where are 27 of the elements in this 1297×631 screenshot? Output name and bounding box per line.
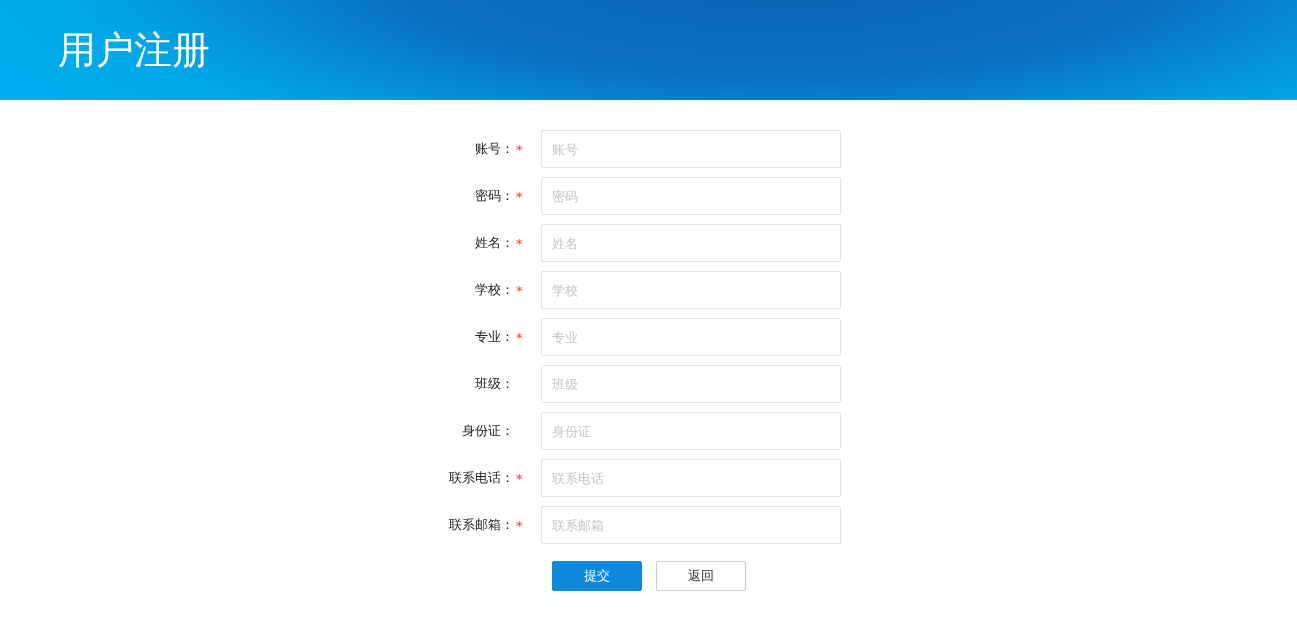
- submit-button[interactable]: 提交: [551, 561, 642, 591]
- field-label: 联系电话：: [449, 469, 514, 487]
- input-field[interactable]: 账号: [541, 130, 841, 168]
- input-field[interactable]: 联系邮箱: [541, 506, 841, 544]
- field-label: 密码：: [475, 187, 514, 205]
- field-label: 姓名：: [475, 234, 514, 252]
- input-field[interactable]: 身份证: [541, 412, 841, 450]
- field-label: 专业：: [475, 328, 514, 346]
- page-title: 用户注册: [58, 26, 210, 74]
- field-label: 学校：: [475, 281, 514, 299]
- field-label: 身份证：: [462, 422, 514, 440]
- input-field[interactable]: 班级: [541, 365, 841, 403]
- input-field[interactable]: 学校: [541, 271, 841, 309]
- required-mark: *: [516, 282, 523, 298]
- field-label: 班级：: [475, 375, 514, 393]
- field-label: 账号：: [475, 140, 514, 158]
- required-mark: *: [516, 470, 523, 486]
- required-mark: *: [516, 188, 523, 204]
- back-button[interactable]: 返回: [655, 561, 746, 591]
- input-field[interactable]: 专业: [541, 318, 841, 356]
- required-mark: *: [516, 517, 523, 533]
- input-field[interactable]: 密码: [541, 177, 841, 215]
- required-mark: *: [516, 141, 523, 157]
- required-mark: *: [516, 235, 523, 251]
- field-label: 联系邮箱：: [449, 516, 514, 534]
- input-field[interactable]: 联系电话: [541, 459, 841, 497]
- required-mark: *: [516, 329, 523, 345]
